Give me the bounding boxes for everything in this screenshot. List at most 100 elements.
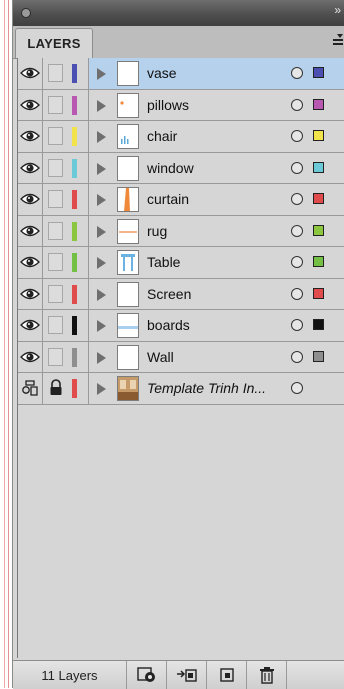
target-circle-icon[interactable] bbox=[291, 287, 303, 300]
visibility-toggle[interactable] bbox=[18, 121, 43, 152]
target-circle-icon[interactable] bbox=[291, 67, 303, 79]
layer-main[interactable]: curtain bbox=[88, 184, 344, 215]
target-circle-icon[interactable] bbox=[291, 161, 303, 174]
target-circle-icon[interactable] bbox=[291, 98, 303, 111]
layer-row[interactable]: pillows bbox=[18, 89, 344, 121]
lock-toggle[interactable] bbox=[43, 373, 68, 404]
layer-main[interactable]: boards bbox=[88, 310, 344, 341]
layer-main[interactable]: Table bbox=[88, 247, 344, 278]
layer-name[interactable]: Wall bbox=[147, 349, 297, 367]
lock-toggle[interactable] bbox=[43, 184, 68, 215]
layer-row[interactable]: Template Trinh In... bbox=[18, 373, 344, 405]
layer-main[interactable]: Wall bbox=[88, 341, 344, 372]
visibility-toggle[interactable] bbox=[18, 58, 43, 89]
delete-layer-button[interactable] bbox=[247, 661, 287, 689]
selection-indicator[interactable] bbox=[313, 161, 324, 173]
selection-indicator[interactable] bbox=[313, 256, 324, 267]
visibility-toggle[interactable] bbox=[18, 278, 43, 309]
lock-toggle[interactable] bbox=[43, 342, 68, 373]
lock-toggle[interactable] bbox=[43, 247, 68, 278]
layer-name[interactable]: Table bbox=[147, 254, 297, 272]
layer-main[interactable]: window bbox=[88, 152, 344, 183]
panel-menu-icon[interactable] bbox=[329, 34, 343, 46]
layer-main[interactable]: rug bbox=[88, 215, 344, 246]
panel-titlebar[interactable]: » bbox=[13, 0, 344, 27]
visibility-toggle[interactable] bbox=[18, 184, 43, 215]
layer-row[interactable]: vase bbox=[18, 58, 344, 90]
selection-indicator[interactable] bbox=[313, 350, 324, 362]
lock-toggle[interactable] bbox=[43, 90, 68, 121]
expand-triangle-icon[interactable] bbox=[97, 257, 106, 269]
expand-triangle-icon[interactable] bbox=[97, 288, 106, 301]
visibility-toggle[interactable] bbox=[18, 89, 43, 120]
selection-indicator[interactable] bbox=[313, 319, 324, 330]
layer-color-swatch bbox=[72, 253, 77, 272]
expand-triangle-icon[interactable] bbox=[97, 99, 106, 112]
expand-triangle-icon[interactable] bbox=[97, 194, 106, 206]
target-circle-icon[interactable] bbox=[291, 382, 303, 394]
expand-triangle-icon[interactable] bbox=[97, 68, 106, 80]
layer-main[interactable]: Screen bbox=[88, 278, 344, 309]
selection-indicator[interactable] bbox=[313, 224, 324, 236]
make-clipping-mask-button[interactable] bbox=[127, 661, 167, 689]
selection-indicator[interactable] bbox=[313, 98, 324, 110]
tab-layers[interactable]: LAYERS bbox=[15, 28, 93, 58]
selection-indicator[interactable] bbox=[313, 287, 324, 299]
lock-toggle[interactable] bbox=[43, 153, 68, 184]
expand-triangle-icon[interactable] bbox=[97, 225, 106, 238]
expand-triangle-icon[interactable] bbox=[97, 320, 106, 332]
lock-toggle[interactable] bbox=[43, 310, 68, 341]
lock-toggle[interactable] bbox=[43, 58, 68, 89]
panel-close-icon[interactable] bbox=[21, 8, 31, 18]
layer-row[interactable]: Table bbox=[18, 247, 344, 279]
visibility-toggle[interactable] bbox=[18, 310, 43, 341]
target-circle-icon[interactable] bbox=[291, 130, 303, 142]
layer-name[interactable]: vase bbox=[147, 65, 297, 83]
selection-indicator[interactable] bbox=[313, 193, 324, 204]
visibility-toggle[interactable] bbox=[18, 247, 43, 278]
visibility-toggle[interactable] bbox=[18, 215, 43, 246]
target-circle-icon[interactable] bbox=[291, 350, 303, 363]
layer-name[interactable]: rug bbox=[147, 223, 297, 241]
lock-toggle[interactable] bbox=[43, 216, 68, 247]
lock-toggle-empty bbox=[48, 190, 63, 209]
create-new-layer-button[interactable] bbox=[207, 661, 247, 689]
layer-main[interactable]: pillows bbox=[88, 89, 344, 120]
expand-triangle-icon[interactable] bbox=[97, 131, 106, 143]
visibility-toggle[interactable] bbox=[18, 152, 43, 183]
layer-row[interactable]: Screen bbox=[18, 278, 344, 310]
layer-name[interactable]: window bbox=[147, 160, 297, 178]
layer-name[interactable]: boards bbox=[147, 317, 297, 335]
target-circle-icon[interactable] bbox=[291, 256, 303, 268]
lock-toggle-empty bbox=[48, 253, 63, 272]
target-circle-icon[interactable] bbox=[291, 319, 303, 331]
layer-name[interactable]: chair bbox=[147, 128, 297, 146]
target-circle-icon[interactable] bbox=[291, 224, 303, 237]
layer-color-swatch bbox=[72, 221, 77, 241]
layer-row[interactable]: chair bbox=[18, 121, 344, 153]
layer-name[interactable]: Screen bbox=[147, 286, 297, 304]
layer-main[interactable]: vase bbox=[88, 58, 344, 89]
layer-row[interactable]: curtain bbox=[18, 184, 344, 216]
layer-row[interactable]: rug bbox=[18, 215, 344, 247]
layer-name[interactable]: pillows bbox=[147, 97, 297, 115]
layer-name[interactable]: Template Trinh In... bbox=[147, 380, 297, 398]
create-sublayer-button[interactable] bbox=[167, 661, 207, 689]
lock-toggle[interactable] bbox=[43, 121, 68, 152]
expand-triangle-icon[interactable] bbox=[97, 383, 106, 395]
selection-indicator[interactable] bbox=[313, 67, 324, 78]
expand-triangle-icon[interactable] bbox=[97, 162, 106, 175]
layer-row[interactable]: Wall bbox=[18, 341, 344, 373]
layer-row[interactable]: window bbox=[18, 152, 344, 184]
visibility-toggle[interactable] bbox=[18, 341, 43, 372]
lock-toggle[interactable] bbox=[43, 279, 68, 310]
collapse-icon[interactable]: » bbox=[334, 4, 341, 16]
layer-row[interactable]: boards bbox=[18, 310, 344, 342]
visibility-toggle[interactable] bbox=[18, 373, 43, 404]
layer-name[interactable]: curtain bbox=[147, 191, 297, 209]
selection-indicator[interactable] bbox=[313, 130, 324, 141]
expand-triangle-icon[interactable] bbox=[97, 351, 106, 364]
layer-main[interactable]: Template Trinh In... bbox=[88, 373, 344, 404]
target-circle-icon[interactable] bbox=[291, 193, 303, 205]
layer-main[interactable]: chair bbox=[88, 121, 344, 152]
